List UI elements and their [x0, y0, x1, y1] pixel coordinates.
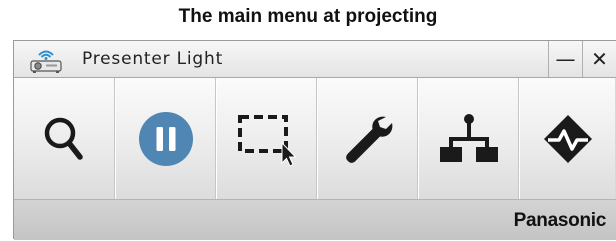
diamond-pulse-icon [543, 114, 592, 163]
title-bar[interactable]: Presenter Light — ✕ [14, 41, 616, 78]
presenter-light-window: Presenter Light — ✕ Panasonic [13, 40, 616, 240]
brand-logo: Panasonic [513, 210, 607, 231]
settings-button[interactable] [317, 78, 418, 199]
window-title: Presenter Light [82, 49, 224, 69]
search-button[interactable] [14, 78, 115, 199]
selection-rectangle-icon [237, 114, 297, 167]
projector-wifi-icon [28, 46, 64, 73]
network-button[interactable] [418, 78, 519, 199]
close-icon: ✕ [591, 47, 608, 71]
pause-button[interactable] [115, 78, 216, 199]
status-bar: Panasonic [14, 199, 616, 240]
wrench-icon [345, 116, 392, 163]
figure-caption: The main menu at projecting [178, 6, 438, 27]
magnifier-icon [44, 117, 83, 160]
area-select-button[interactable] [216, 78, 317, 199]
network-tree-icon [439, 113, 498, 162]
main-toolbar [14, 78, 616, 199]
minimize-button[interactable]: — [548, 41, 582, 77]
pause-circle-icon [138, 111, 193, 166]
minimize-icon: — [555, 47, 576, 71]
close-button[interactable]: ✕ [582, 41, 616, 77]
more-button[interactable] [519, 78, 615, 199]
